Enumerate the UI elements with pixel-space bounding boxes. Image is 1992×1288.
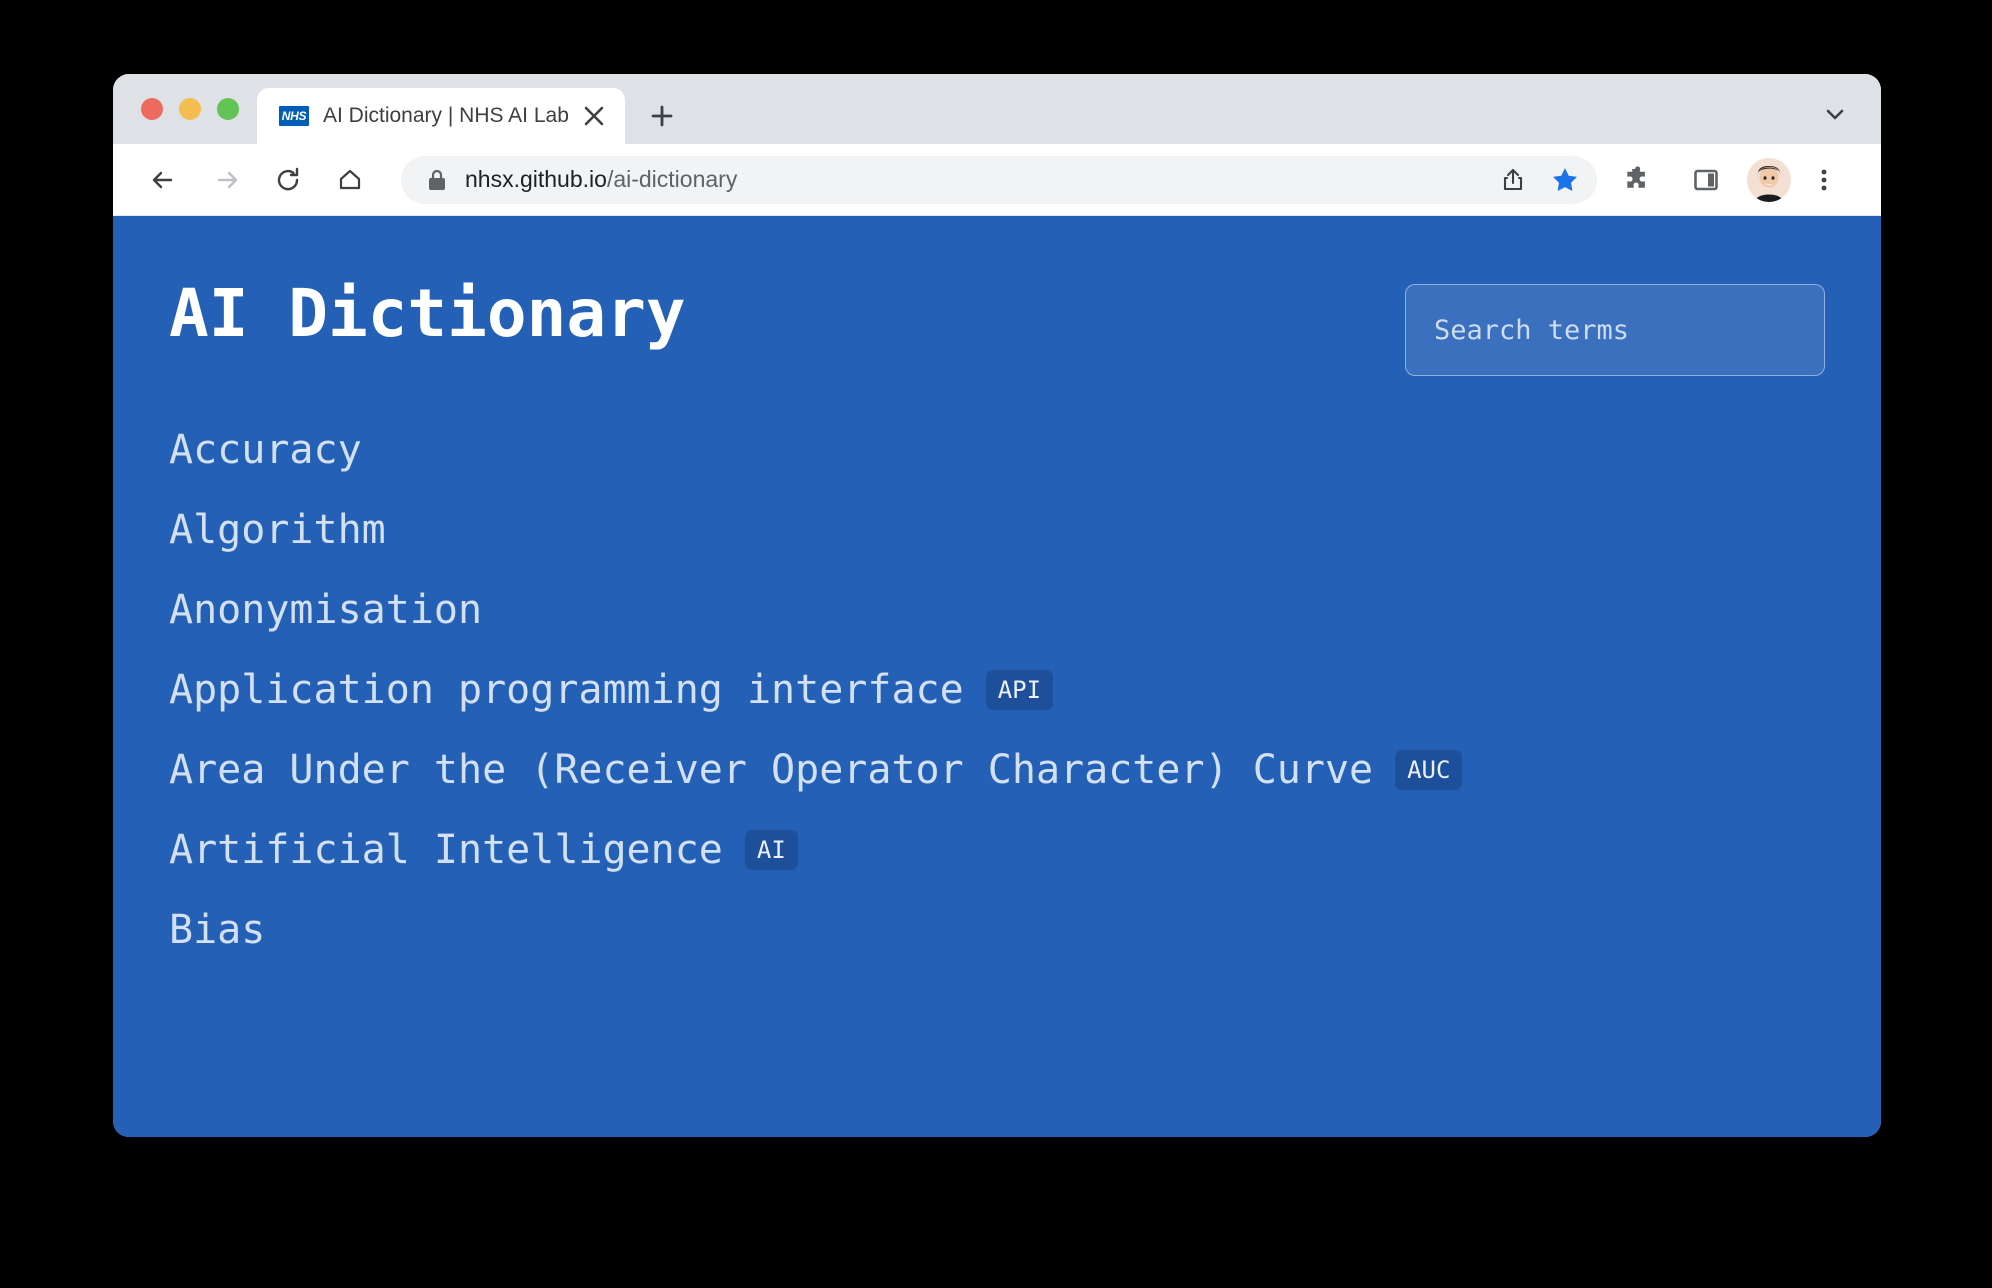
page-header: AI Dictionary bbox=[169, 276, 1825, 376]
address-bar[interactable]: nhsx.github.io/ai-dictionary bbox=[401, 155, 1597, 204]
term-label[interactable]: Accuracy bbox=[169, 428, 362, 472]
list-item[interactable]: Anonymisation bbox=[169, 588, 1825, 632]
close-glyph bbox=[584, 106, 604, 126]
term-label[interactable]: Anonymisation bbox=[169, 588, 482, 632]
three-dot-menu-icon bbox=[1821, 169, 1827, 190]
term-label[interactable]: Application programming interface bbox=[169, 668, 964, 712]
toolbar-right-actions bbox=[1611, 153, 1859, 207]
browser-window: NHS AI Dictionary | NHS AI Lab nhsx.gith… bbox=[113, 74, 1881, 1137]
puzzle-icon bbox=[1627, 165, 1645, 188]
list-item[interactable]: Area Under the (Receiver Operator Charac… bbox=[169, 748, 1825, 792]
close-icon[interactable] bbox=[577, 99, 611, 133]
lock-glyph bbox=[429, 169, 445, 190]
term-list: Accuracy Algorithm Anonymisation Applica… bbox=[169, 428, 1825, 952]
browser-toolbar: nhsx.github.io/ai-dictionary bbox=[113, 144, 1881, 216]
extensions-button[interactable] bbox=[1611, 153, 1665, 207]
window-traffic-lights bbox=[113, 74, 257, 144]
back-button[interactable] bbox=[137, 153, 191, 207]
term-abbreviation-badge: AI bbox=[744, 830, 798, 870]
term-abbreviation-badge: AUC bbox=[1395, 750, 1463, 790]
tab-title: AI Dictionary | NHS AI Lab bbox=[323, 104, 569, 127]
page-content: AI Dictionary Accuracy Algorithm Anonymi… bbox=[113, 216, 1881, 1137]
bookmark-star-icon bbox=[1553, 167, 1577, 191]
reload-icon bbox=[277, 167, 299, 190]
tab-strip: NHS AI Dictionary | NHS AI Lab bbox=[113, 74, 1881, 144]
list-item[interactable]: Artificial Intelligence AI bbox=[169, 828, 1825, 872]
list-item[interactable]: Bias bbox=[169, 908, 1825, 952]
share-icon bbox=[1503, 168, 1523, 190]
window-close-button[interactable] bbox=[141, 98, 163, 120]
forward-button[interactable] bbox=[199, 153, 253, 207]
profile-avatar[interactable] bbox=[1747, 157, 1791, 202]
avatar-photo bbox=[1747, 157, 1791, 202]
term-label[interactable]: Area Under the (Receiver Operator Charac… bbox=[169, 748, 1373, 792]
term-abbreviation-badge: API bbox=[985, 670, 1054, 710]
search-input[interactable] bbox=[1432, 313, 1798, 347]
side-panel-icon bbox=[1694, 169, 1718, 190]
home-icon bbox=[339, 169, 361, 189]
arrow-left-icon bbox=[152, 171, 173, 188]
browser-menu-button[interactable] bbox=[1797, 153, 1851, 207]
tab-search-button[interactable] bbox=[1813, 92, 1857, 136]
term-label[interactable]: Algorithm bbox=[169, 508, 386, 552]
list-item[interactable]: Algorithm bbox=[169, 508, 1825, 552]
url-text: nhsx.github.io/ai-dictionary bbox=[465, 166, 1489, 193]
home-button[interactable] bbox=[323, 153, 377, 207]
browser-tab[interactable]: NHS AI Dictionary | NHS AI Lab bbox=[257, 88, 625, 144]
chevron-down-icon bbox=[1826, 109, 1844, 120]
side-panel-button[interactable] bbox=[1679, 153, 1733, 207]
share-button[interactable] bbox=[1489, 156, 1537, 204]
url-path: /ai-dictionary bbox=[606, 166, 738, 192]
reload-button[interactable] bbox=[261, 153, 315, 207]
window-minimize-button[interactable] bbox=[179, 98, 201, 120]
term-label[interactable]: Bias bbox=[169, 908, 265, 952]
list-item[interactable]: Application programming interface API bbox=[169, 668, 1825, 712]
bookmark-button[interactable] bbox=[1541, 156, 1589, 204]
omnibox-actions bbox=[1489, 156, 1589, 204]
window-maximize-button[interactable] bbox=[217, 98, 239, 120]
search-box[interactable] bbox=[1405, 284, 1825, 376]
new-tab-button[interactable] bbox=[635, 88, 689, 144]
arrow-right-icon bbox=[217, 171, 238, 188]
nhs-favicon-icon: NHS bbox=[279, 106, 309, 126]
lock-icon bbox=[427, 168, 447, 192]
page-title: AI Dictionary bbox=[169, 275, 686, 352]
plus-icon bbox=[651, 105, 673, 127]
favicon-label: NHS bbox=[281, 109, 307, 123]
url-domain: nhsx.github.io bbox=[465, 166, 607, 192]
term-label[interactable]: Artificial Intelligence bbox=[169, 828, 723, 872]
list-item[interactable]: Accuracy bbox=[169, 428, 1825, 472]
